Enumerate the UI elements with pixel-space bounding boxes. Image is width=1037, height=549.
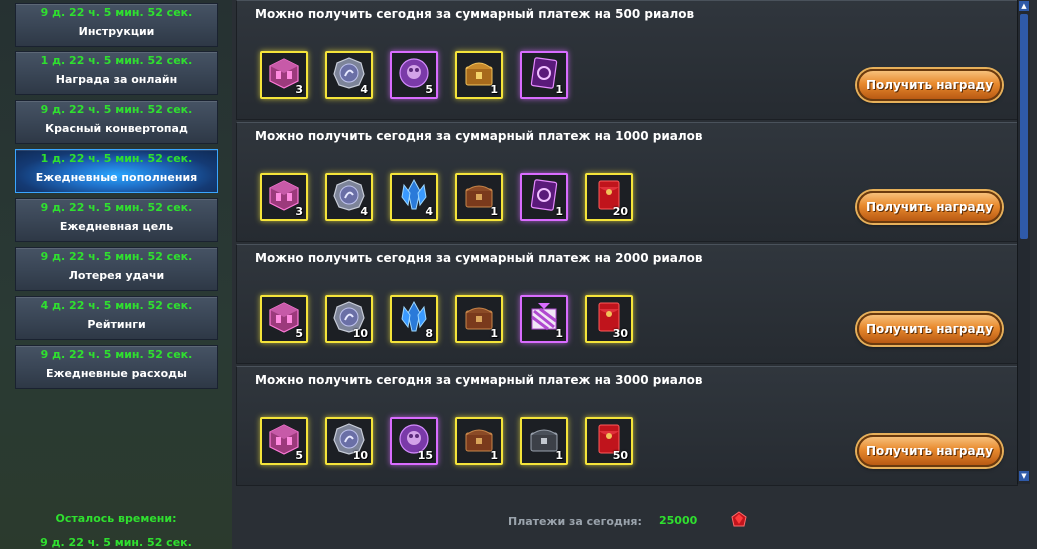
sidebar-item[interactable]: 1 д. 22 ч. 5 мин. 52 сек. Ежедневные поп…	[15, 149, 218, 193]
sidebar-item-label: Лотерея удачи	[68, 269, 165, 282]
sidebar-item[interactable]: 9 д. 22 ч. 5 мин. 52 сек. Красный конвер…	[15, 100, 218, 144]
reward-item-slot[interactable]: 20	[585, 173, 633, 221]
remaining-time-value: 9 д. 22 ч. 5 мин. 52 сек.	[40, 536, 192, 549]
reward-tier-panel: Можно получить сегодня за суммарный плат…	[236, 0, 1018, 120]
reward-item-quantity: 5	[295, 449, 303, 462]
reward-item-quantity: 4	[360, 205, 368, 218]
reward-item-slot[interactable]: 5	[260, 417, 308, 465]
payments-today-value: 25000	[659, 514, 698, 527]
reward-item-quantity: 15	[417, 449, 433, 462]
sidebar-item-label: Награда за онлайн	[55, 73, 178, 86]
reward-item-slot[interactable]: 1	[455, 173, 503, 221]
sidebar-item-label: Инструкции	[78, 25, 155, 38]
sidebar-item[interactable]: 1 д. 22 ч. 5 мин. 52 сек. Награда за онл…	[15, 51, 218, 95]
sidebar-item-timer: 9 д. 22 ч. 5 мин. 52 сек.	[40, 6, 193, 19]
claim-reward-button[interactable]: Получить награду	[857, 435, 1002, 467]
reward-item-slot[interactable]: 3	[260, 51, 308, 99]
reward-item-slot[interactable]: 1	[455, 51, 503, 99]
reward-item-slot[interactable]: 4	[390, 173, 438, 221]
reward-item-quantity: 4	[425, 205, 433, 218]
sidebar-item-timer: 9 д. 22 ч. 5 мин. 52 сек.	[40, 201, 193, 214]
sidebar-item-timer: 1 д. 22 ч. 5 мин. 52 сек.	[40, 152, 193, 165]
reward-item-slot[interactable]: 10	[325, 417, 373, 465]
reward-item-slot[interactable]: 3	[260, 173, 308, 221]
reward-item-quantity: 50	[612, 449, 628, 462]
sidebar-item-label: Рейтинги	[87, 318, 146, 331]
reward-item-quantity: 1	[490, 327, 498, 340]
reward-item-quantity: 10	[352, 327, 368, 340]
sidebar-item-label: Ежедневная цель	[59, 220, 174, 233]
reward-item-quantity: 1	[490, 83, 498, 96]
reward-tier-title: Можно получить сегодня за суммарный плат…	[255, 129, 703, 143]
claim-reward-button[interactable]: Получить награду	[857, 313, 1002, 345]
reward-item-quantity: 4	[360, 83, 368, 96]
remaining-time-label: Осталось времени:	[55, 512, 177, 525]
reward-item-quantity: 1	[490, 449, 498, 462]
reward-item-slot[interactable]: 30	[585, 295, 633, 343]
sidebar-item-label: Красный конвертопад	[45, 122, 188, 135]
sidebar-item-timer: 1 д. 22 ч. 5 мин. 52 сек.	[40, 54, 193, 67]
sidebar-item[interactable]: 9 д. 22 ч. 5 мин. 52 сек. Ежедневные рас…	[15, 345, 218, 389]
reward-item-quantity: 8	[425, 327, 433, 340]
reward-item-quantity: 20	[612, 205, 628, 218]
payments-today-label: Платежи за сегодня:	[508, 515, 642, 528]
reward-item-slot[interactable]: 1	[520, 417, 568, 465]
reward-item-slot[interactable]: 10	[325, 295, 373, 343]
reward-tier-panel: Можно получить сегодня за суммарный плат…	[236, 122, 1018, 242]
reward-tier-title: Можно получить сегодня за суммарный плат…	[255, 7, 695, 21]
sidebar-item-timer: 4 д. 22 ч. 5 мин. 52 сек.	[40, 299, 193, 312]
sidebar: 9 д. 22 ч. 5 мин. 52 сек. Инструкции 1 д.…	[0, 0, 232, 549]
sidebar-item-timer: 9 д. 22 ч. 5 мин. 52 сек.	[40, 348, 193, 361]
sidebar-item-timer: 9 д. 22 ч. 5 мин. 52 сек.	[40, 103, 193, 116]
reward-item-quantity: 3	[295, 83, 303, 96]
scroll-up-icon[interactable]: ▲	[1019, 1, 1029, 11]
reward-item-slot[interactable]: 8	[390, 295, 438, 343]
reward-item-quantity: 1	[555, 205, 563, 218]
reward-item-slot[interactable]: 1	[455, 417, 503, 465]
claim-reward-button[interactable]: Получить награду	[857, 69, 1002, 101]
scroll-thumb[interactable]	[1020, 14, 1028, 239]
reward-item-quantity: 1	[555, 449, 563, 462]
sidebar-item-label: Ежедневные пополнения	[35, 171, 198, 184]
sidebar-item[interactable]: 9 д. 22 ч. 5 мин. 52 сек. Лотерея удачи	[15, 247, 218, 291]
sidebar-item-label: Ежедневные расходы	[46, 367, 187, 380]
reward-item-quantity: 1	[555, 327, 563, 340]
ruby-gem-icon	[731, 511, 747, 527]
reward-item-quantity: 3	[295, 205, 303, 218]
reward-item-slot[interactable]: 1	[455, 295, 503, 343]
reward-item-slot[interactable]: 1	[520, 295, 568, 343]
reward-item-slot[interactable]: 4	[325, 51, 373, 99]
sidebar-item-timer: 9 д. 22 ч. 5 мин. 52 сек.	[40, 250, 193, 263]
reward-item-slot[interactable]: 5	[390, 51, 438, 99]
reward-tier-title: Можно получить сегодня за суммарный плат…	[255, 373, 703, 387]
reward-item-slot[interactable]: 4	[325, 173, 373, 221]
reward-item-slot[interactable]: 50	[585, 417, 633, 465]
footer: Платежи за сегодня: 25000	[232, 487, 1029, 549]
claim-reward-button[interactable]: Получить награду	[857, 191, 1002, 223]
reward-item-quantity: 1	[555, 83, 563, 96]
sidebar-item[interactable]: 4 д. 22 ч. 5 мин. 52 сек. Рейтинги	[15, 296, 218, 340]
reward-item-slot[interactable]: 1	[520, 173, 568, 221]
reward-tier-panel: Можно получить сегодня за суммарный плат…	[236, 366, 1018, 486]
reward-item-slot[interactable]: 5	[260, 295, 308, 343]
reward-item-slot[interactable]: 15	[390, 417, 438, 465]
reward-tier-title: Можно получить сегодня за суммарный плат…	[255, 251, 703, 265]
reward-item-quantity: 10	[352, 449, 368, 462]
reward-item-slot[interactable]: 1	[520, 51, 568, 99]
reward-tier-panel: Можно получить сегодня за суммарный плат…	[236, 244, 1018, 364]
sidebar-item[interactable]: 9 д. 22 ч. 5 мин. 52 сек. Инструкции	[15, 3, 218, 47]
reward-item-quantity: 5	[295, 327, 303, 340]
sidebar-item[interactable]: 9 д. 22 ч. 5 мин. 52 сек. Ежедневная цел…	[15, 198, 218, 242]
reward-item-quantity: 30	[612, 327, 628, 340]
reward-item-quantity: 1	[490, 205, 498, 218]
reward-item-quantity: 5	[425, 83, 433, 96]
scrollbar[interactable]: ▲ ▼	[1017, 0, 1030, 484]
scroll-down-icon[interactable]: ▼	[1019, 471, 1029, 481]
rewards-area: Можно получить сегодня за суммарный плат…	[232, 0, 1037, 549]
